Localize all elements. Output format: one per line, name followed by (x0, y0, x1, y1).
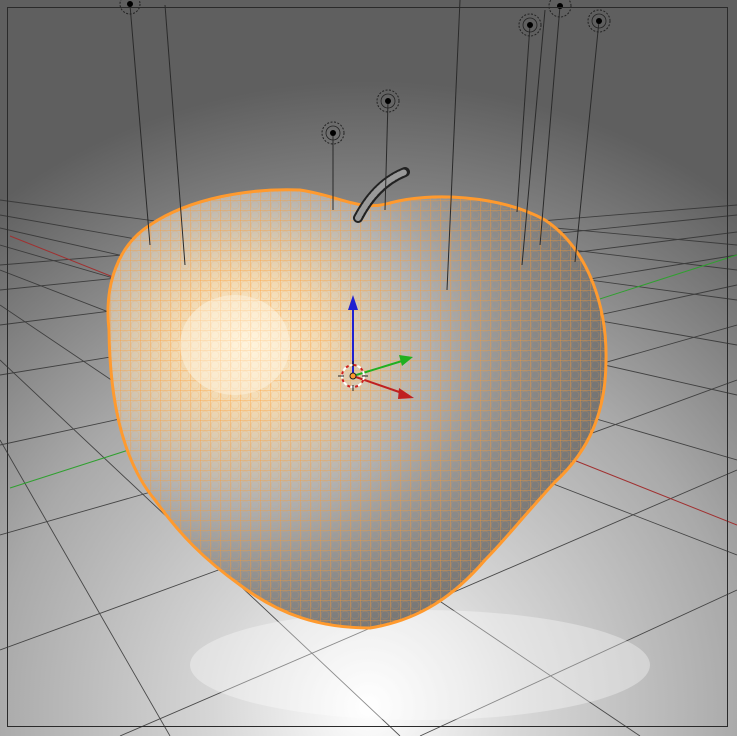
viewport-canvas[interactable] (0, 0, 737, 736)
floor-highlight (190, 610, 650, 720)
apple-specular (180, 295, 290, 395)
3d-viewport[interactable] (0, 0, 737, 736)
